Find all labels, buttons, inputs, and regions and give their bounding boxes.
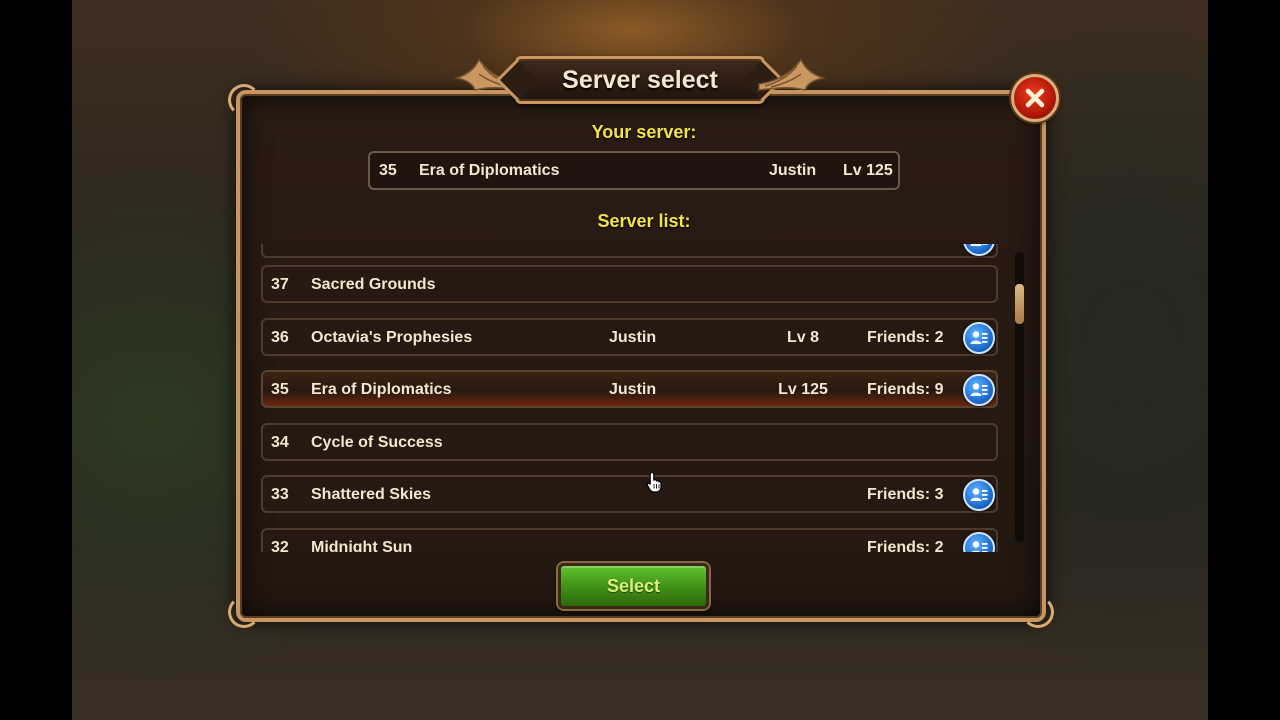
hand-cursor-icon [646,471,662,493]
friends-list-icon [971,541,988,552]
select-button[interactable]: Select [558,563,709,609]
server-name: Era of Diplomatics [311,381,452,398]
right-wing-ornament-icon [758,58,826,91]
server-number: 37 [271,276,289,293]
server-row[interactable]: 33 Shattered Skies Friends: 3 [261,475,998,513]
scrollbar-thumb[interactable] [1015,284,1024,324]
server-friends-count: Friends: 2 [867,539,944,552]
server-row[interactable]: 36 Octavia's Prophesies Justin Lv 8 Frie… [261,318,998,356]
letterbox-right [1208,0,1280,720]
letterbox-left [0,0,72,720]
server-number: 33 [271,486,289,503]
server-row[interactable]: 37 Sacred Grounds [261,265,998,303]
server-list[interactable]: 37 Sacred Grounds 36 Octavia's Prophesie… [258,244,1000,552]
server-row-current[interactable]: 35 Era of Diplomatics Justin Lv 125 Frie… [261,370,998,408]
dialog-title: Server select [562,65,718,94]
server-level: Lv 8 [786,329,819,346]
server-friends-count: Friends: 9 [867,381,944,398]
friends-list-icon [970,488,988,501]
friends-button[interactable] [963,322,995,354]
server-name: Shattered Skies [311,486,432,503]
server-row[interactable]: 34 Cycle of Success [261,423,998,461]
close-icon [1025,88,1045,108]
friends-button[interactable] [963,244,995,256]
server-number: 34 [271,434,289,451]
your-server-heading: Your server: [591,122,697,142]
server-friends-count: Friends: 3 [867,486,944,503]
friends-list-icon [970,244,988,246]
friends-button[interactable] [963,532,995,552]
server-list-heading: Server list: [597,211,691,231]
select-button-label: Select [606,575,661,596]
server-level: Lv 125 [778,381,828,398]
frame-corner-ornament [1022,596,1054,628]
server-number: 35 [271,381,289,398]
your-server-number: 35 [379,162,397,179]
your-server-level: Lv 125 [843,162,893,179]
server-friends-count: Friends: 2 [867,329,944,346]
server-name: Midnight Sun [311,539,413,552]
title-plate: Server select [515,56,765,104]
server-number: 36 [271,329,289,346]
server-name: Cycle of Success [311,434,443,451]
server-list-scrollbar[interactable] [1015,252,1024,542]
server-number: 32 [271,539,289,552]
server-row[interactable]: 32 Midnight Sun Friends: 2 [261,528,998,552]
friends-button[interactable] [963,374,995,406]
server-player: Justin [609,329,657,346]
your-server-name: Era of Diplomatics [419,162,560,179]
server-player: Justin [609,381,657,398]
frame-corner-ornament [228,84,260,116]
friends-button[interactable] [963,479,995,511]
friends-list-icon [970,383,988,396]
close-button[interactable] [1011,74,1059,122]
server-name: Sacred Grounds [311,276,436,293]
server-row-partial[interactable] [261,244,998,258]
friends-list-icon [970,331,988,344]
title-banner: Server select [445,46,835,110]
your-server-row: 35 Era of Diplomatics Justin Lv 125 [368,151,900,190]
frame-corner-ornament [228,596,260,628]
your-server-player: Justin [769,162,817,179]
server-name: Octavia's Prophesies [311,329,473,346]
